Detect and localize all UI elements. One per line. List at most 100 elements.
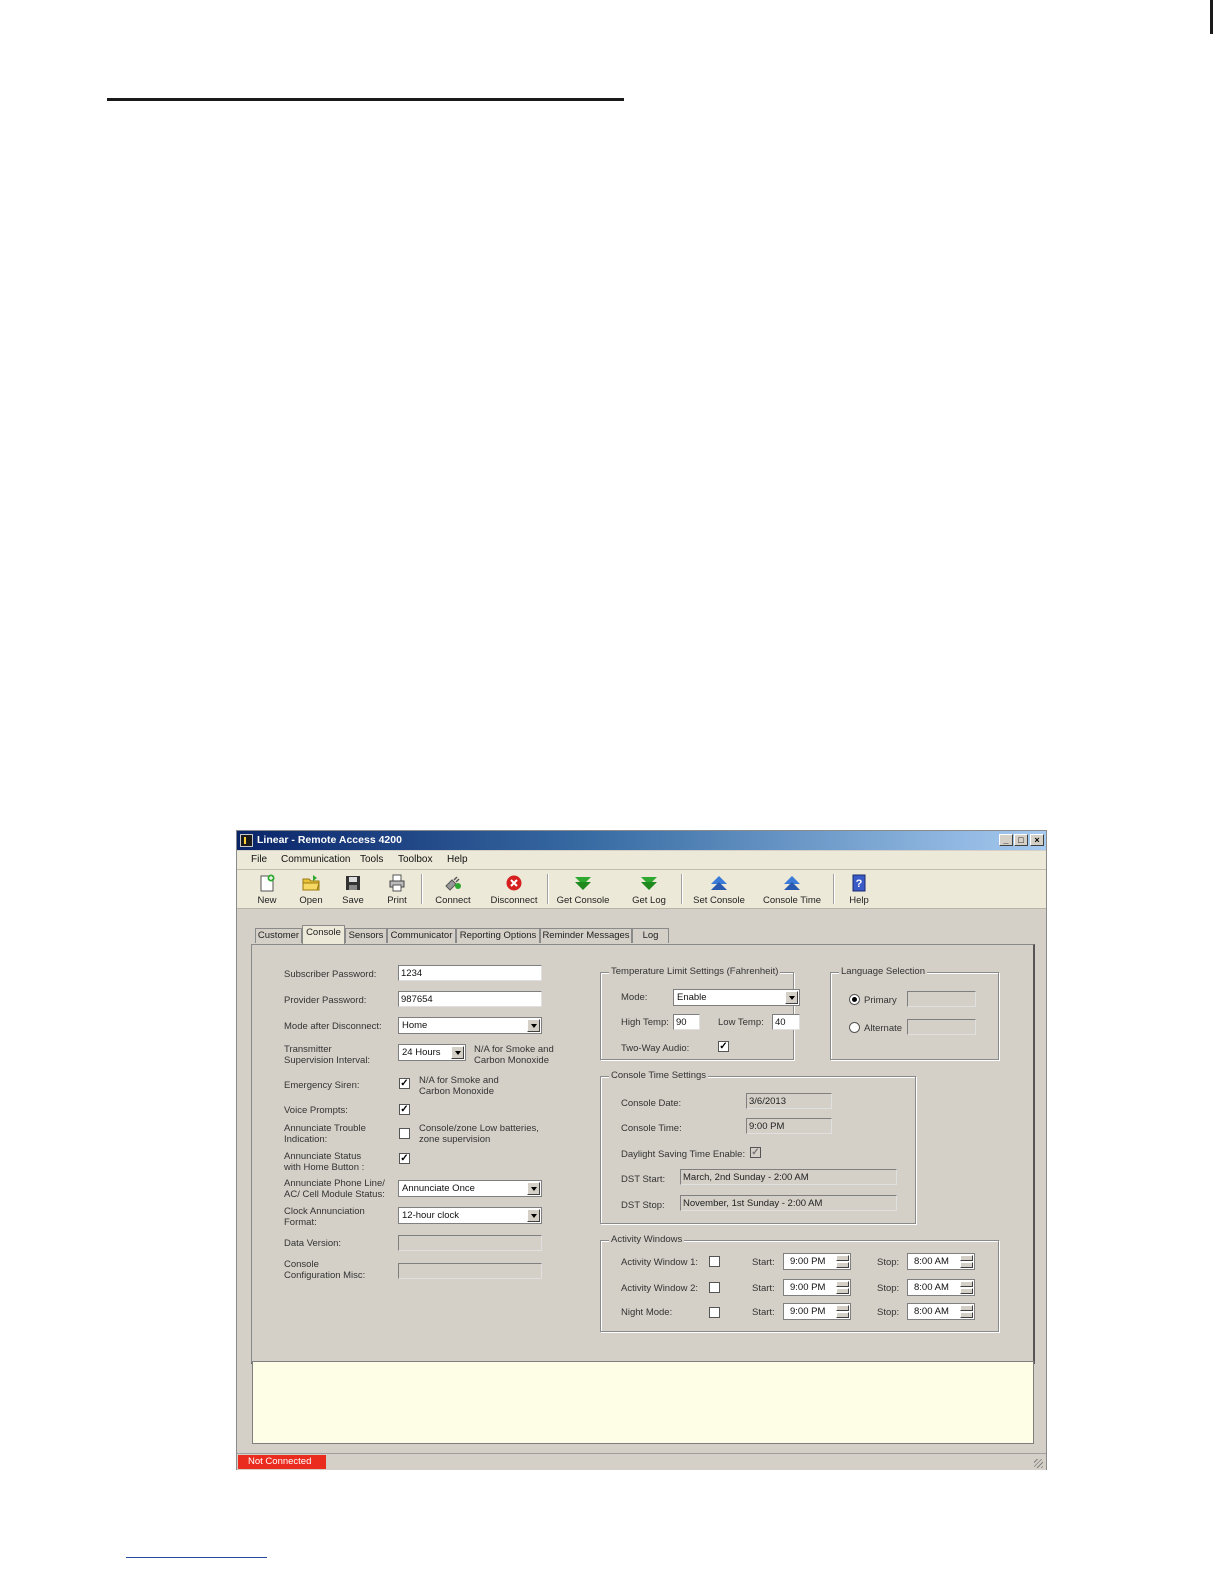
toolbar: New Open Save Print Connect Disconnect G… (237, 870, 1046, 909)
spin-up-icon[interactable] (836, 1281, 849, 1287)
tab-reminder-messages[interactable]: Reminder Messages (540, 928, 632, 943)
spin-down-icon[interactable] (960, 1288, 973, 1294)
annunciate-phone-select[interactable]: Annunciate Once (398, 1180, 542, 1197)
high-temp-label: High Temp: (621, 1017, 669, 1028)
annunciate-trouble-checkbox[interactable] (399, 1128, 410, 1139)
toolbar-separator (547, 874, 549, 904)
clock-annunciation-label-line2: Format: (284, 1217, 317, 1228)
clock-format-select[interactable]: 12-hour clock (398, 1207, 542, 1224)
alternate-label: Alternate (864, 1023, 903, 1034)
menu-file[interactable]: File (251, 854, 267, 865)
chevron-down-icon[interactable] (785, 991, 798, 1004)
activity-windows-group-title: Activity Windows (609, 1234, 685, 1245)
night-mode-checkbox[interactable] (709, 1307, 720, 1318)
language-group-title: Language Selection (839, 966, 927, 977)
clock-annunciation-label-line1: Clock Annunciation (284, 1206, 365, 1217)
spin-down-icon[interactable] (836, 1312, 849, 1318)
page-footer-rule (126, 1557, 267, 1558)
annunciate-trouble-note-line2: zone supervision (419, 1134, 491, 1145)
set-console-button[interactable]: Set Console (689, 871, 749, 907)
low-temp-label: Low Temp: (718, 1017, 764, 1028)
night-mode-start-spinner[interactable]: 9:00 PM (783, 1303, 851, 1320)
two-way-audio-checkbox[interactable]: ✓ (718, 1041, 729, 1052)
tab-customer[interactable]: Customer (255, 928, 302, 943)
activity-window-2-checkbox[interactable] (709, 1282, 720, 1293)
chevron-down-icon[interactable] (451, 1046, 464, 1059)
annunciate-trouble-label-line1: Annunciate Trouble (284, 1123, 366, 1134)
activity-window-1-start-spinner[interactable]: 9:00 PM (783, 1253, 851, 1270)
disconnect-button[interactable]: Disconnect (485, 871, 543, 907)
menu-communication[interactable]: Communication (281, 854, 350, 865)
emergency-note-line1: N/A for Smoke and (419, 1075, 499, 1086)
primary-language-field (907, 991, 976, 1007)
spin-down-icon[interactable] (836, 1262, 849, 1268)
tab-reporting-options[interactable]: Reporting Options (456, 928, 540, 943)
activity-window-1-stop-spinner[interactable]: 8:00 AM (907, 1253, 975, 1270)
activity-window-1-stop-label: Stop: (877, 1257, 900, 1268)
minimize-button[interactable]: _ (999, 834, 1013, 846)
console-time-button[interactable]: Console Time (759, 871, 825, 907)
console-config-label-line2: Configuration Misc: (284, 1270, 366, 1281)
activity-window-2-stop-spinner[interactable]: 8:00 AM (907, 1279, 975, 1296)
annunciate-trouble-note-line1: Console/zone Low batteries, (419, 1123, 539, 1134)
night-mode-stop-label: Stop: (877, 1307, 900, 1318)
title-bar: Linear - Remote Access 4200 _ □ × (237, 831, 1046, 850)
console-tab-panel: Subscriber Password: 1234 Provider Passw… (251, 944, 1035, 1364)
activity-window-1-checkbox[interactable] (709, 1256, 720, 1267)
resize-grip-icon[interactable] (1034, 1459, 1043, 1468)
status-bar: Not Connected (237, 1453, 1046, 1470)
maximize-button[interactable]: □ (1014, 834, 1028, 846)
spin-down-icon[interactable] (960, 1262, 973, 1268)
annunciate-status-checkbox[interactable]: ✓ (399, 1153, 410, 1164)
spin-up-icon[interactable] (960, 1255, 973, 1261)
high-temp-field[interactable]: 90 (673, 1014, 700, 1030)
spin-up-icon[interactable] (960, 1305, 973, 1311)
subscriber-password-field[interactable]: 1234 (398, 965, 542, 981)
tab-console[interactable]: Console (302, 925, 345, 944)
open-button[interactable]: Open (293, 871, 329, 907)
spin-down-icon[interactable] (960, 1312, 973, 1318)
spin-down-icon[interactable] (836, 1288, 849, 1294)
new-document-icon (260, 874, 275, 892)
spin-up-icon[interactable] (960, 1281, 973, 1287)
chevron-down-icon[interactable] (527, 1209, 540, 1222)
get-console-button[interactable]: Get Console (553, 871, 613, 907)
help-button[interactable]: ? Help (841, 871, 877, 907)
console-config-label-line1: Console (284, 1259, 319, 1270)
print-button[interactable]: Print (379, 871, 415, 907)
activity-window-2-label: Activity Window 2: (621, 1283, 699, 1294)
night-mode-stop-spinner[interactable]: 8:00 AM (907, 1303, 975, 1320)
tab-sensors[interactable]: Sensors (345, 928, 387, 943)
close-button[interactable]: × (1030, 834, 1044, 846)
spin-up-icon[interactable] (836, 1305, 849, 1311)
menu-toolbox[interactable]: Toolbox (398, 854, 432, 865)
temp-mode-select[interactable]: Enable (673, 989, 800, 1006)
mode-after-disconnect-select[interactable]: Home (398, 1017, 542, 1034)
provider-password-field[interactable]: 987654 (398, 991, 542, 1007)
low-temp-field[interactable]: 40 (772, 1014, 800, 1030)
chevron-down-icon[interactable] (527, 1182, 540, 1195)
disconnect-x-icon (506, 875, 522, 891)
window-title: Linear - Remote Access 4200 (257, 834, 402, 846)
data-version-label: Data Version: (284, 1238, 342, 1249)
alternate-radio[interactable] (849, 1022, 860, 1033)
connect-button[interactable]: Connect (429, 871, 477, 907)
dst-stop-field: November, 1st Sunday - 2:00 AM (680, 1195, 897, 1211)
menu-help[interactable]: Help (447, 854, 468, 865)
activity-window-2-start-spinner[interactable]: 9:00 PM (783, 1279, 851, 1296)
get-log-button[interactable]: Get Log (623, 871, 675, 907)
save-button[interactable]: Save (335, 871, 371, 907)
new-button[interactable]: New (249, 871, 285, 907)
app-icon[interactable] (240, 834, 253, 847)
chevron-down-icon[interactable] (527, 1019, 540, 1032)
message-area[interactable] (252, 1361, 1034, 1444)
primary-radio[interactable] (849, 994, 860, 1005)
console-time-label: Console Time: (621, 1123, 682, 1134)
tab-communicator[interactable]: Communicator (387, 928, 456, 943)
voice-prompts-checkbox[interactable]: ✓ (399, 1104, 410, 1115)
transmitter-interval-select[interactable]: 24 Hours (398, 1044, 466, 1061)
spin-up-icon[interactable] (836, 1255, 849, 1261)
menu-tools[interactable]: Tools (360, 854, 383, 865)
tab-log[interactable]: Log (632, 928, 669, 943)
emergency-siren-checkbox[interactable]: ✓ (399, 1078, 410, 1089)
